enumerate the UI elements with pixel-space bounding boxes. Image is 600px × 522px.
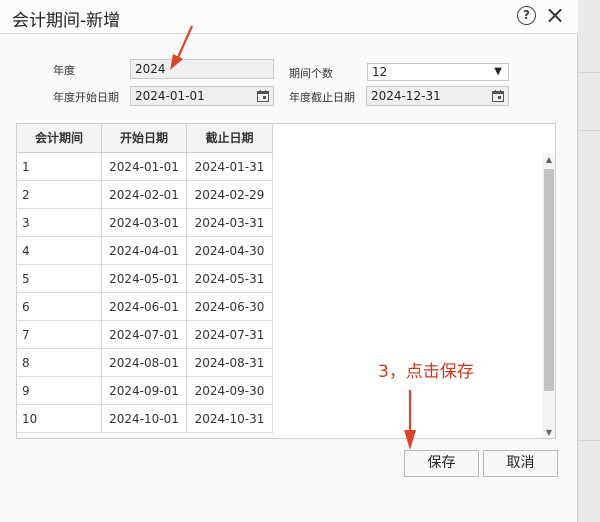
end-date-cell: 2024-06-30: [187, 293, 273, 321]
period-cell: 4: [17, 237, 102, 265]
period-cell: 3: [17, 209, 102, 237]
scroll-up-arrow-icon[interactable]: ▲: [542, 155, 555, 164]
period-cell: 8: [17, 349, 102, 377]
scrollbar-thumb[interactable]: [544, 169, 554, 391]
table-row[interactable]: 1 2024-01-01 2024-01-31: [17, 153, 273, 181]
start-date-cell: 2024-08-01: [102, 349, 187, 377]
table-row[interactable]: 7 2024-07-01 2024-07-31: [17, 321, 273, 349]
year-input-value: 2024: [135, 62, 166, 76]
start-date-label: 年度开始日期: [53, 91, 119, 104]
column-header-start-date[interactable]: 开始日期: [102, 124, 187, 153]
period-count-select[interactable]: 12 ▼: [367, 63, 509, 81]
table-row[interactable]: 2 2024-02-01 2024-02-29: [17, 181, 273, 209]
period-cell: 6: [17, 293, 102, 321]
cancel-button[interactable]: 取消: [483, 450, 558, 477]
end-date-cell: 2024-09-30: [187, 377, 273, 405]
period-table: 会计期间 开始日期 截止日期 1 2024-01-01 2024-01-31 2…: [16, 123, 556, 439]
dialog-title: 会计期间-新增: [12, 11, 121, 31]
year-input[interactable]: 2024: [130, 59, 274, 79]
background-divider: [578, 72, 600, 73]
start-date-cell: 2024-02-01: [102, 181, 187, 209]
save-button[interactable]: 保存: [404, 450, 479, 477]
period-cell: 5: [17, 265, 102, 293]
table-header: 会计期间 开始日期 截止日期: [17, 124, 273, 153]
end-date-input[interactable]: 2024-12-31: [366, 86, 509, 106]
start-date-cell: 2024-01-01: [102, 153, 187, 181]
start-date-cell: 2024-09-01: [102, 377, 187, 405]
end-date-label: 年度截止日期: [289, 91, 355, 104]
table-row[interactable]: 10 2024-10-01 2024-10-31: [17, 405, 273, 433]
end-date-cell: 2024-01-31: [187, 153, 273, 181]
period-cell: 7: [17, 321, 102, 349]
dialog-titlebar: 会计期间-新增 ? ×: [0, 0, 578, 34]
start-date-cell: 2024-06-01: [102, 293, 187, 321]
question-circle-icon[interactable]: ?: [517, 6, 536, 25]
period-cell: 9: [17, 377, 102, 405]
background-divider: [578, 440, 600, 441]
column-header-end-date[interactable]: 截止日期: [187, 124, 273, 153]
table-row[interactable]: 4 2024-04-01 2024-04-30: [17, 237, 273, 265]
table-row[interactable]: 9 2024-09-01 2024-09-30: [17, 377, 273, 405]
table-row[interactable]: 5 2024-05-01 2024-05-31: [17, 265, 273, 293]
period-count-value: 12: [372, 65, 388, 79]
end-date-cell: 2024-03-31: [187, 209, 273, 237]
start-date-cell: 2024-03-01: [102, 209, 187, 237]
annotation-arrow-icon: [404, 390, 416, 450]
period-cell: 1: [17, 153, 102, 181]
end-date-cell: 2024-07-31: [187, 321, 273, 349]
annotation-arrow-icon: [170, 25, 194, 70]
end-date-cell: 2024-05-31: [187, 265, 273, 293]
table-row[interactable]: 8 2024-08-01 2024-08-31: [17, 349, 273, 377]
table-row[interactable]: 6 2024-06-01 2024-06-30: [17, 293, 273, 321]
accounting-period-dialog: 会计期间-新增 ? × 年度 2024 期间个数 12 ▼ 年度开始日期 202…: [0, 0, 578, 522]
end-date-cell: 2024-02-29: [187, 181, 273, 209]
start-date-cell: 2024-10-01: [102, 405, 187, 433]
end-date-value: 2024-12-31: [371, 89, 441, 103]
start-date-cell: 2024-07-01: [102, 321, 187, 349]
close-icon[interactable]: ×: [545, 2, 565, 28]
table-row[interactable]: 3 2024-03-01 2024-03-31: [17, 209, 273, 237]
period-cell: 2: [17, 181, 102, 209]
background-divider: [578, 130, 600, 131]
end-date-cell: 2024-04-30: [187, 237, 273, 265]
period-cell: 10: [17, 405, 102, 433]
end-date-cell: 2024-10-31: [187, 405, 273, 433]
vertical-scrollbar[interactable]: ▲ ▼: [542, 153, 555, 438]
annotation-text: 3，点击保存: [378, 362, 474, 382]
start-date-cell: 2024-04-01: [102, 237, 187, 265]
year-label: 年度: [53, 64, 75, 77]
period-count-label: 期间个数: [289, 67, 333, 80]
start-date-value: 2024-01-01: [135, 89, 205, 103]
start-date-input[interactable]: 2024-01-01: [130, 86, 274, 106]
calendar-icon[interactable]: [492, 90, 504, 102]
dropdown-arrow-icon[interactable]: ▼: [494, 64, 502, 80]
start-date-cell: 2024-05-01: [102, 265, 187, 293]
end-date-cell: 2024-08-31: [187, 349, 273, 377]
column-header-period[interactable]: 会计期间: [17, 124, 102, 153]
calendar-icon[interactable]: [257, 90, 269, 102]
scroll-down-arrow-icon[interactable]: ▼: [542, 428, 555, 437]
